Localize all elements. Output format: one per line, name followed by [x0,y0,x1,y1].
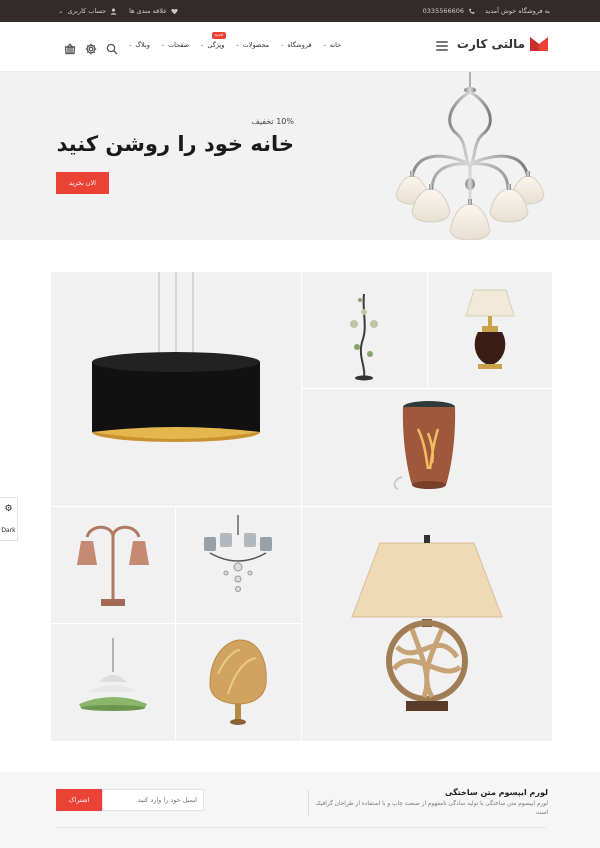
nav-item-products[interactable]: محصولات ⌄ [235,41,269,49]
main-nav: خانه ⌄ فروشگاه ⌄ محصولات ⌄ جدید ویژگی ⌄ … [128,32,342,49]
top-bar-user-links: علاقه مندی ها حساب کاربری ⌄ [58,0,178,22]
top-bar-contact: به فروشگاه خوش آمدید 0335566606 [423,0,550,22]
newsletter-divider [308,790,309,816]
nav-label: صفحات [168,41,190,49]
newsletter-description: لورم ایپسوم متن ساختگی با تولید سادگی نا… [315,801,548,816]
copper-lamp-image [77,525,149,606]
crystal-chandelier-image [204,515,272,592]
ceramic-lamp-image [393,401,456,490]
subscribe-button[interactable]: اشتراک [56,789,102,811]
phone-icon [469,8,475,14]
theme-switcher[interactable]: ⚙ Dark [0,497,18,541]
footer-divider [56,827,546,828]
phone-link[interactable]: 0335566606 [423,7,475,15]
search-icon[interactable] [106,40,118,55]
product-tile-green-pendant[interactable] [51,624,175,741]
driftwood-lamp-image [351,535,503,711]
green-pendant-image [79,638,147,711]
hero-title: خانه خود را روشن کنید [56,132,294,156]
nav-item-features[interactable]: جدید ویژگی ⌄ [200,32,227,49]
settings-icon[interactable] [85,40,97,55]
logo-mark-icon [530,37,548,51]
hero-discount: 10% تخفیف [251,117,294,126]
main-header: مالتی کارت خانه ⌄ فروشگاه ⌄ محصولات ⌄ جد… [0,22,600,72]
nav-item-blog[interactable]: وبلاگ ⌄ [128,41,150,49]
shell-wall-lamp-image [209,639,267,725]
product-tile-copper-lamp[interactable] [51,507,175,623]
gear-icon[interactable]: ⚙ [4,504,12,514]
chevron-down-icon: ⌄ [58,7,64,15]
chevron-down-icon: ⌄ [235,42,240,48]
nav-label: ویژگی [207,41,225,49]
account-label: حساب کاربری [67,7,107,15]
account-link[interactable]: حساب کاربری ⌄ [58,7,117,15]
nav-label: وبلاگ [135,41,150,49]
product-tile-pendant-drum[interactable] [51,272,301,506]
email-field[interactable] [102,789,204,811]
nav-item-shop[interactable]: فروشگاه ⌄ [280,41,311,49]
dark-mode-label[interactable]: Dark [1,527,15,534]
nav-label: خانه [329,41,342,49]
chevron-down-icon: ⌄ [280,42,285,48]
nav-item-pages[interactable]: صفحات ⌄ [161,41,189,49]
nav-item-home[interactable]: خانه ⌄ [323,41,342,49]
product-tile-crystal-chandelier[interactable] [176,507,301,623]
product-tile-urn-lamp[interactable] [428,272,552,388]
chevron-down-icon: ⌄ [128,42,133,48]
chevron-down-icon: ⌄ [322,42,327,48]
chandelier-image [395,72,545,240]
top-bar: به فروشگاه خوش آمدید 0335566606 علاقه من… [0,0,600,22]
urn-table-lamp-image [465,289,515,369]
welcome-text: به فروشگاه خوش آمدید [485,7,550,15]
chevron-down-icon: ⌄ [200,42,205,48]
wishlist-link[interactable]: علاقه مندی ها [129,7,178,15]
newsletter-section: لورم ایپسوم متن ساختگی لورم ایپسوم متن س… [0,772,600,848]
header-actions [64,40,118,55]
product-tile-driftwood-lamp[interactable] [302,507,552,741]
newsletter-title: لورم ایپسوم متن ساختگی [445,788,548,797]
product-tile-branch-lamp[interactable] [302,272,427,388]
nav-label: محصولات [242,41,270,49]
drum-pendant-image [92,272,260,442]
product-tile-shell-lamp[interactable] [176,624,301,741]
nav-label: فروشگاه [287,41,312,49]
phone-number: 0335566606 [422,7,465,15]
chevron-down-icon: ⌄ [160,42,166,48]
shop-now-button[interactable]: الان بخرید [56,172,109,194]
menu-icon[interactable] [436,41,448,51]
new-badge: جدید [211,32,227,39]
wishlist-label: علاقه مندی ها [129,7,167,15]
logo-text: مالتی کارت [456,37,525,51]
user-icon [110,8,117,15]
site-logo[interactable]: مالتی کارت [457,37,548,51]
heart-icon [171,8,178,14]
product-tile-ceramic-lamp[interactable] [302,389,552,506]
cart-icon[interactable] [64,40,76,55]
branch-lamp-image [350,293,378,381]
